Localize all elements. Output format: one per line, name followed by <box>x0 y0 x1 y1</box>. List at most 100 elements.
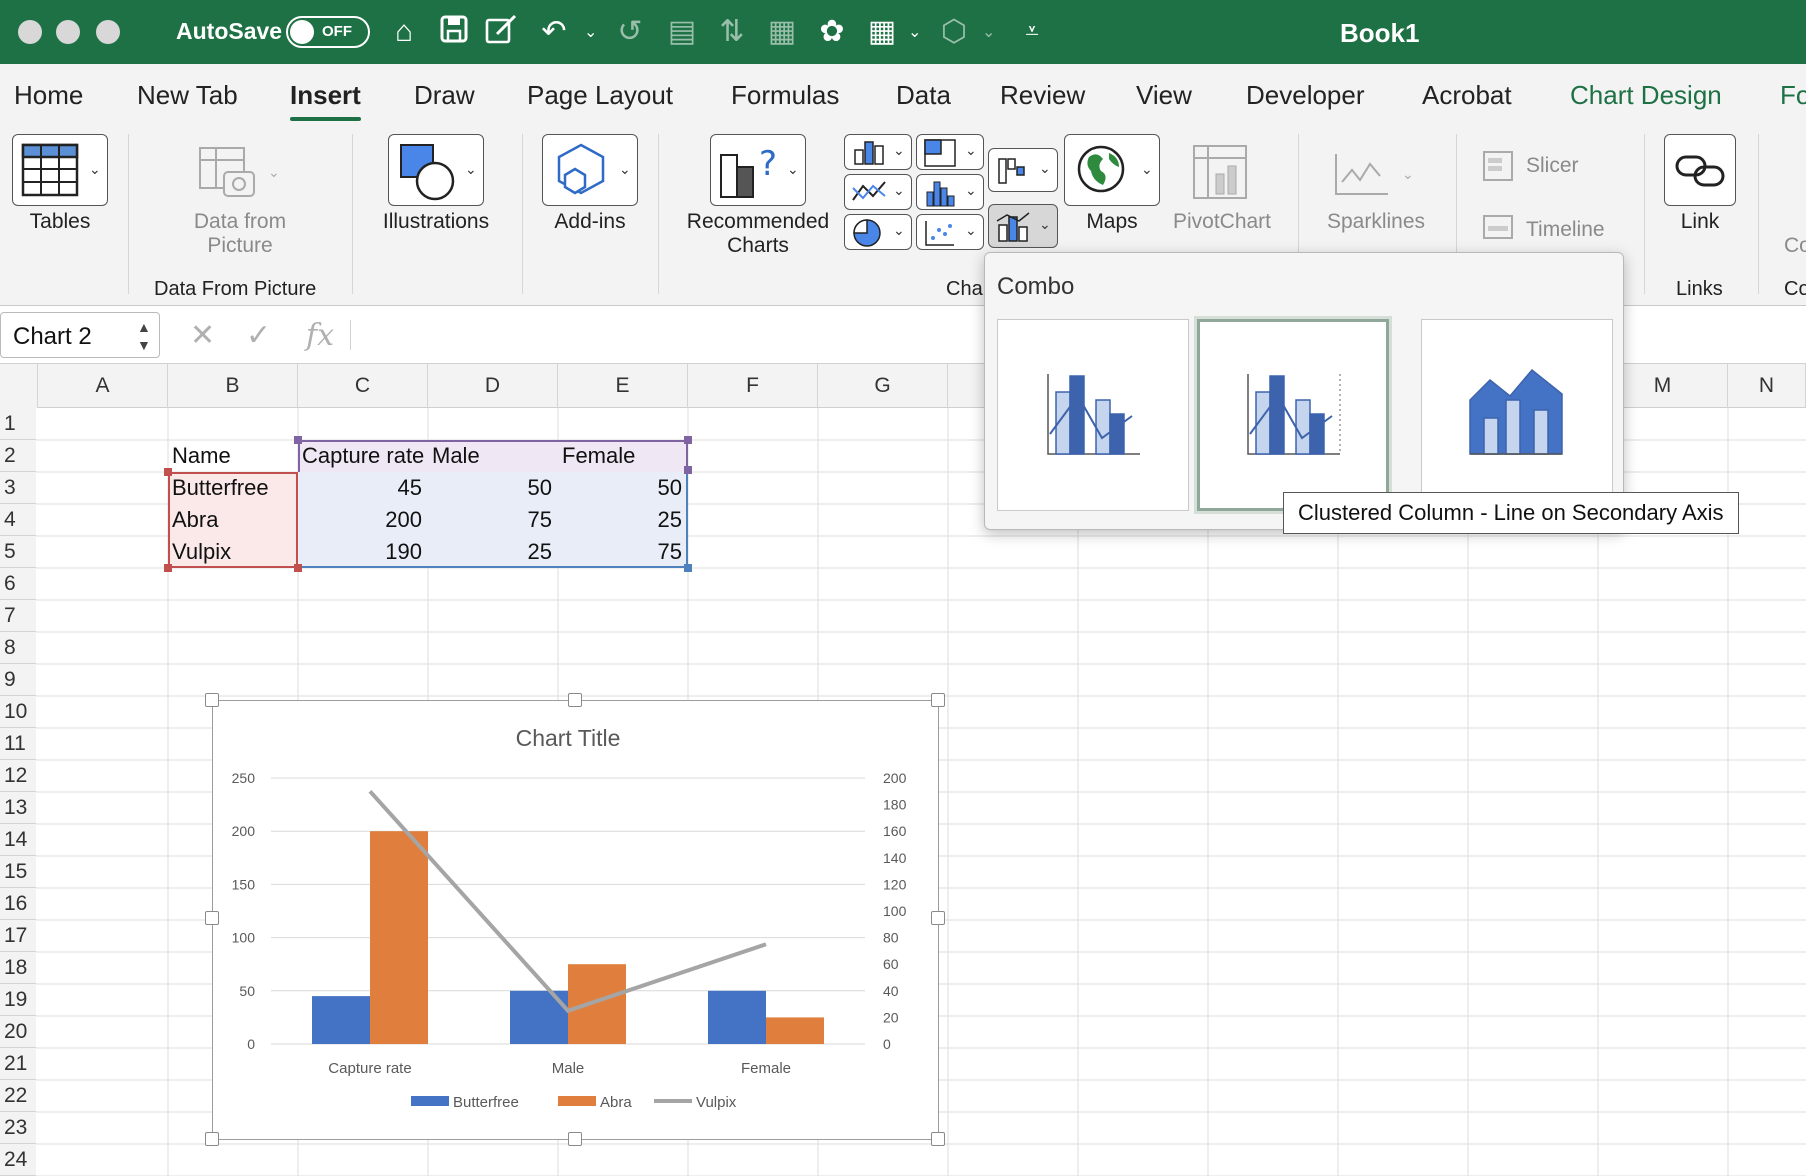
resize-handle-right[interactable] <box>931 911 945 925</box>
column-header-e[interactable]: E <box>558 364 688 408</box>
cell-e2[interactable]: Female <box>562 440 635 472</box>
customize-toolbar-icon[interactable]: ⩡ <box>1014 14 1050 50</box>
name-box[interactable]: Chart 2 ▲ ▼ <box>0 312 160 358</box>
close-window-button[interactable] <box>18 20 42 44</box>
cell-b5[interactable]: Vulpix <box>172 536 231 568</box>
column-header-f[interactable]: F <box>688 364 818 408</box>
row-header-5[interactable]: 5 <box>0 536 36 568</box>
row-header-2[interactable]: 2 <box>0 440 36 472</box>
cell-c3[interactable]: 45 <box>298 472 422 504</box>
recommended-charts-button[interactable]: ? ⌄ <box>710 134 806 206</box>
row-header-7[interactable]: 7 <box>0 600 36 632</box>
cell-e5[interactable]: 75 <box>558 536 682 568</box>
stepper-up-icon[interactable]: ▲ <box>137 319 151 335</box>
timeline-label[interactable]: Timeline <box>1526 218 1605 242</box>
select-all-corner[interactable] <box>0 364 38 408</box>
cell-c4[interactable]: 200 <box>298 504 422 536</box>
accept-formula-icon[interactable]: ✓ <box>246 318 271 353</box>
cell-d5[interactable]: 25 <box>428 536 552 568</box>
combo-option-clustered-column-line-secondary-axis[interactable] <box>1197 319 1389 511</box>
edit-document-icon[interactable] <box>484 14 520 50</box>
grid-menu-icon[interactable]: ▦ <box>864 14 900 50</box>
illustrations-button[interactable]: ⌄ <box>388 134 484 206</box>
resize-handle-top-right[interactable] <box>931 693 945 707</box>
waterfall-chart-button[interactable]: ⌄ <box>988 148 1058 192</box>
save-icon[interactable] <box>436 14 472 50</box>
resize-handle-top[interactable] <box>568 693 582 707</box>
maps-button[interactable]: ⌄ <box>1064 134 1160 206</box>
zoom-window-button[interactable] <box>96 20 120 44</box>
row-header-9[interactable]: 9 <box>0 664 36 696</box>
resize-handle-left[interactable] <box>205 911 219 925</box>
column-header-n[interactable]: N <box>1728 364 1806 408</box>
resize-handle-bottom-right[interactable] <box>931 1132 945 1146</box>
column-header-b[interactable]: B <box>168 364 298 408</box>
row-header-4[interactable]: 4 <box>0 504 36 536</box>
tables-button[interactable]: ⌄ <box>12 134 108 206</box>
row-header-6[interactable]: 6 <box>0 568 36 600</box>
row-header-10[interactable]: 10 <box>0 696 36 728</box>
row-header-22[interactable]: 22 <box>0 1080 36 1112</box>
pivotchart-button[interactable] <box>1190 142 1254 207</box>
tab-new-tab[interactable]: New Tab <box>137 80 238 111</box>
row-header-18[interactable]: 18 <box>0 952 36 984</box>
tab-developer[interactable]: Developer <box>1246 80 1365 111</box>
row-header-24[interactable]: 24 <box>0 1144 36 1176</box>
row-header-14[interactable]: 14 <box>0 824 36 856</box>
pie-chart-button[interactable]: ⌄ <box>844 214 912 250</box>
row-header-20[interactable]: 20 <box>0 1016 36 1048</box>
combo-chart-button[interactable]: ⌄ <box>988 204 1058 248</box>
palette-icon[interactable]: ✿ <box>814 14 850 50</box>
row-header-8[interactable]: 8 <box>0 632 36 664</box>
scatter-chart-button[interactable]: ⌄ <box>916 214 984 250</box>
stepper-down-icon[interactable]: ▼ <box>137 337 151 353</box>
column-header-d[interactable]: D <box>428 364 558 408</box>
tab-insert[interactable]: Insert <box>290 80 361 121</box>
row-header-21[interactable]: 21 <box>0 1048 36 1080</box>
tab-review[interactable]: Review <box>1000 80 1085 111</box>
tab-view[interactable]: View <box>1136 80 1192 111</box>
line-chart-button[interactable]: ⌄ <box>844 174 912 210</box>
tab-formulas[interactable]: Formulas <box>731 80 839 111</box>
tab-page-layout[interactable]: Page Layout <box>527 80 673 111</box>
cube-icon[interactable]: ⬡ <box>936 14 972 50</box>
cell-e3[interactable]: 50 <box>558 472 682 504</box>
redo-icon[interactable]: ↺ <box>612 14 648 50</box>
timeline-button[interactable] <box>1482 214 1514 245</box>
row-header-3[interactable]: 3 <box>0 472 36 504</box>
cell-e4[interactable]: 25 <box>558 504 682 536</box>
chart-2[interactable]: Chart Title 0 50 100 150 200 250 0 20 40 60 80 100 12… <box>212 700 939 1140</box>
undo-chevron-icon[interactable]: ⌄ <box>584 22 597 42</box>
cell-b2[interactable]: Name <box>172 440 231 472</box>
row-header-15[interactable]: 15 <box>0 856 36 888</box>
cell-d2[interactable]: Male <box>432 440 480 472</box>
autosave-toggle[interactable]: OFF <box>286 16 370 48</box>
cell-c5[interactable]: 190 <box>298 536 422 568</box>
column-header-g[interactable]: G <box>818 364 948 408</box>
row-header-16[interactable]: 16 <box>0 888 36 920</box>
data-from-picture-button[interactable]: ⌄ <box>196 144 280 205</box>
row-header-19[interactable]: 19 <box>0 984 36 1016</box>
cube-chevron-icon[interactable]: ⌄ <box>982 22 995 42</box>
grid-menu-chevron-icon[interactable]: ⌄ <box>908 22 921 42</box>
slicer-label[interactable]: Slicer <box>1526 154 1579 178</box>
combo-option-clustered-column-line[interactable] <box>997 319 1189 511</box>
cell-c2[interactable]: Capture rate <box>302 440 424 472</box>
resize-handle-top-left[interactable] <box>205 693 219 707</box>
slicer-button[interactable] <box>1482 150 1514 187</box>
cell-b4[interactable]: Abra <box>172 504 218 536</box>
hierarchy-chart-button[interactable]: ⌄ <box>916 134 984 170</box>
resize-handle-bottom[interactable] <box>568 1132 582 1146</box>
row-header-17[interactable]: 17 <box>0 920 36 952</box>
cell-d4[interactable]: 75 <box>428 504 552 536</box>
cell-d3[interactable]: 50 <box>428 472 552 504</box>
resize-handle-bottom-left[interactable] <box>205 1132 219 1146</box>
column-header-a[interactable]: A <box>38 364 168 408</box>
link-button[interactable] <box>1664 134 1736 206</box>
form-icon[interactable]: ▤ <box>664 14 700 50</box>
tab-acrobat[interactable]: Acrobat <box>1422 80 1512 111</box>
cancel-formula-icon[interactable]: ✕ <box>190 318 215 353</box>
minimize-window-button[interactable] <box>56 20 80 44</box>
tab-data[interactable]: Data <box>896 80 951 111</box>
tab-draw[interactable]: Draw <box>414 80 475 111</box>
